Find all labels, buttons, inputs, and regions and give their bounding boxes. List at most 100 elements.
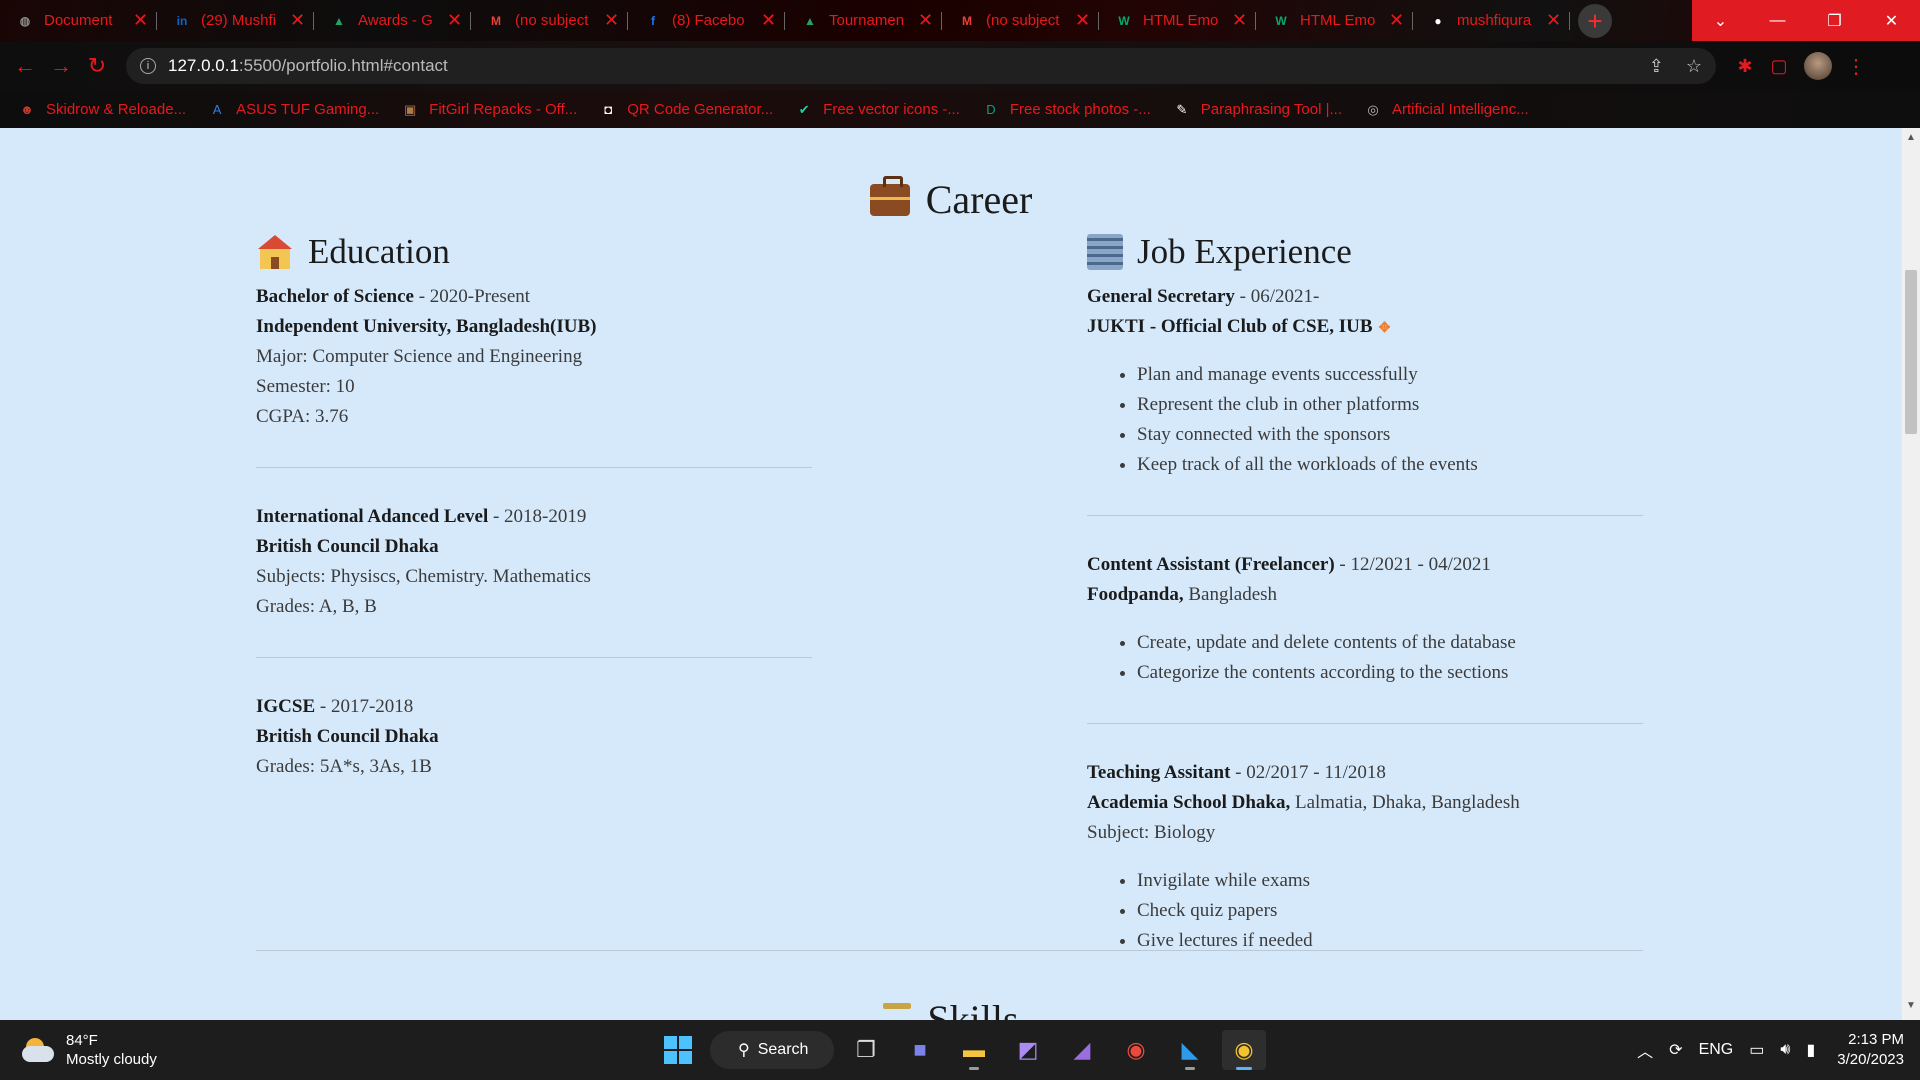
role-name: Content Assistant (Freelancer): [1087, 554, 1335, 575]
clock[interactable]: 2:13 PM 3/20/2023: [1837, 1030, 1904, 1070]
close-tab-icon[interactable]: ✕: [604, 10, 619, 31]
vector-icons-icon: ✔: [798, 101, 810, 117]
bookmark-item[interactable]: D Free stock photos -...: [982, 101, 1151, 119]
browser-tab[interactable]: f (8) Facebo ✕: [628, 0, 785, 41]
responsibility-list: Create, update and delete contents of th…: [1137, 628, 1643, 688]
school-icon: [256, 235, 294, 269]
forward-button[interactable]: →: [44, 49, 78, 83]
vscode-icon[interactable]: ◣: [1168, 1030, 1212, 1070]
bookmark-item[interactable]: ◘ QR Code Generator...: [599, 101, 773, 119]
responsibility-item: Give lectures if needed: [1137, 926, 1643, 956]
profile-avatar[interactable]: [1804, 52, 1832, 80]
job-heading-text: Job Experience: [1137, 232, 1352, 271]
address-path: :5500/portfolio.html#contact: [238, 56, 448, 75]
bookmark-item[interactable]: A ASUS TUF Gaming...: [208, 101, 379, 119]
education-detail: Subjects: Physiscs, Chemistry. Mathemati…: [256, 566, 591, 587]
responsibility-item: Plan and manage events successfully: [1137, 360, 1643, 390]
battery-icon[interactable]: ▮: [1806, 1040, 1815, 1060]
search-label: Search: [757, 1041, 809, 1058]
minimize-button[interactable]: —: [1749, 0, 1806, 41]
side-panel-icon[interactable]: ▢: [1768, 55, 1790, 77]
restore-button[interactable]: ❐: [1806, 0, 1863, 41]
job-subject: Subject: Biology: [1087, 822, 1216, 843]
browser-tab[interactable]: W HTML Emo ✕: [1099, 0, 1256, 41]
browser-tab[interactable]: in (29) Mushfi ✕: [157, 0, 314, 41]
snipping-tool-icon[interactable]: ◩: [1006, 1030, 1050, 1070]
skidrow-icon: ☻: [20, 102, 34, 117]
taskbar-search[interactable]: ⚲ Search: [710, 1031, 834, 1069]
chrome-alt-icon[interactable]: ◉: [1114, 1030, 1158, 1070]
close-tab-icon[interactable]: ✕: [447, 10, 462, 31]
degree-period: - 2020-Present: [413, 286, 531, 307]
language-indicator[interactable]: ENG: [1699, 1041, 1734, 1059]
role-line: General Secretary - 06/2021-: [1087, 282, 1643, 312]
close-tab-icon[interactable]: ✕: [1389, 10, 1404, 31]
chevron-up-icon[interactable]: ︿: [1637, 1038, 1653, 1062]
browser-tab[interactable]: ● mushfiqura ✕: [1413, 0, 1570, 41]
chrome-icon[interactable]: ◉: [1222, 1030, 1266, 1070]
section-divider: [256, 950, 1643, 951]
extensions-icon[interactable]: ✱: [1734, 55, 1756, 77]
close-window-button[interactable]: ✕: [1863, 0, 1920, 41]
sync-icon[interactable]: ⟳: [1669, 1040, 1682, 1060]
teams-chat-icon[interactable]: ■: [898, 1030, 942, 1070]
back-button[interactable]: ←: [8, 49, 42, 83]
responsibility-item: Represent the club in other platforms: [1137, 390, 1643, 420]
browser-tab[interactable]: M (no subject ✕: [942, 0, 1099, 41]
visual-studio-icon[interactable]: ◢: [1060, 1030, 1104, 1070]
scroll-up-icon[interactable]: ▲: [1902, 132, 1920, 148]
entry-divider: [1087, 723, 1643, 724]
clock-time: 2:13 PM: [1848, 1031, 1904, 1048]
job-heading: Job Experience: [1087, 232, 1643, 272]
facebook-icon: f: [651, 13, 655, 28]
education-detail: Semester: 10: [256, 376, 355, 397]
browser-tab[interactable]: ▲ Awards - G ✕: [314, 0, 471, 41]
tab-title: (no subject: [986, 12, 1060, 29]
responsibility-item: Stay connected with the sponsors: [1137, 420, 1643, 450]
tab-search-button[interactable]: ⌄: [1692, 0, 1749, 41]
weather-widget[interactable]: 84°F Mostly cloudy: [20, 1031, 157, 1069]
close-tab-icon[interactable]: ✕: [1546, 10, 1561, 31]
network-icon[interactable]: ▭: [1749, 1040, 1764, 1060]
page-scrollbar[interactable]: ▲ ▼: [1902, 128, 1920, 1020]
scroll-down-icon[interactable]: ▼: [1902, 1000, 1920, 1016]
start-button[interactable]: [656, 1030, 700, 1070]
bookmark-star-icon[interactable]: ☆: [1686, 56, 1702, 77]
bookmark-item[interactable]: ✎ Paraphrasing Tool |...: [1173, 101, 1342, 119]
tab-title: (no subject: [515, 12, 589, 29]
organization-line: JUKTI - Official Club of CSE, IUB ✥: [1087, 312, 1643, 342]
bookmark-item[interactable]: ▣ FitGirl Repacks - Off...: [401, 101, 577, 119]
organization-name: JUKTI - Official Club of CSE, IUB: [1087, 316, 1373, 337]
task-view-icon[interactable]: ❐: [844, 1030, 888, 1070]
job-entry: General Secretary - 06/2021- JUKTI - Offi…: [1087, 282, 1643, 480]
close-tab-icon[interactable]: ✕: [918, 10, 933, 31]
menu-dots-icon[interactable]: ⋮: [1846, 54, 1866, 79]
responsibility-item: Categorize the contents according to the…: [1137, 658, 1643, 688]
browser-tab[interactable]: ▲ Tournamen ✕: [785, 0, 942, 41]
close-tab-icon[interactable]: ✕: [1232, 10, 1247, 31]
site-info-icon[interactable]: i: [140, 58, 156, 74]
close-tab-icon[interactable]: ✕: [1075, 10, 1090, 31]
bookmark-item[interactable]: ☻ Skidrow & Reloade...: [18, 101, 186, 119]
browser-tab[interactable]: M (no subject ✕: [471, 0, 628, 41]
close-tab-icon[interactable]: ✕: [290, 10, 305, 31]
close-tab-icon[interactable]: ✕: [133, 10, 148, 31]
institution-name: British Council Dhaka: [256, 536, 439, 557]
responsibility-item: Keep track of all the workloads of the e…: [1137, 450, 1643, 480]
degree-line: International Adanced Level - 2018-2019: [256, 502, 812, 532]
address-bar[interactable]: i 127.0.0.1:5500/portfolio.html#contact …: [126, 48, 1716, 84]
close-tab-icon[interactable]: ✕: [761, 10, 776, 31]
browser-tab[interactable]: W HTML Emo ✕: [1256, 0, 1413, 41]
bookmark-item[interactable]: ◎ Artificial Intelligenc...: [1364, 101, 1528, 119]
education-detail: Major: Computer Science and Engineering: [256, 346, 583, 367]
github-icon: ●: [1434, 13, 1442, 28]
bookmark-item[interactable]: ✔ Free vector icons -...: [795, 101, 960, 119]
share-icon[interactable]: ⇪: [1649, 56, 1664, 77]
file-explorer-icon[interactable]: ▬: [952, 1030, 996, 1070]
tab-title: HTML Emo: [1300, 12, 1376, 29]
new-tab-button[interactable]: +: [1578, 4, 1612, 38]
reload-button[interactable]: ↻: [80, 49, 114, 83]
volume-icon[interactable]: 🔊︎: [1780, 1041, 1790, 1059]
scrollbar-thumb[interactable]: [1905, 270, 1917, 434]
browser-tab[interactable]: ◍ Document ✕: [0, 0, 157, 41]
